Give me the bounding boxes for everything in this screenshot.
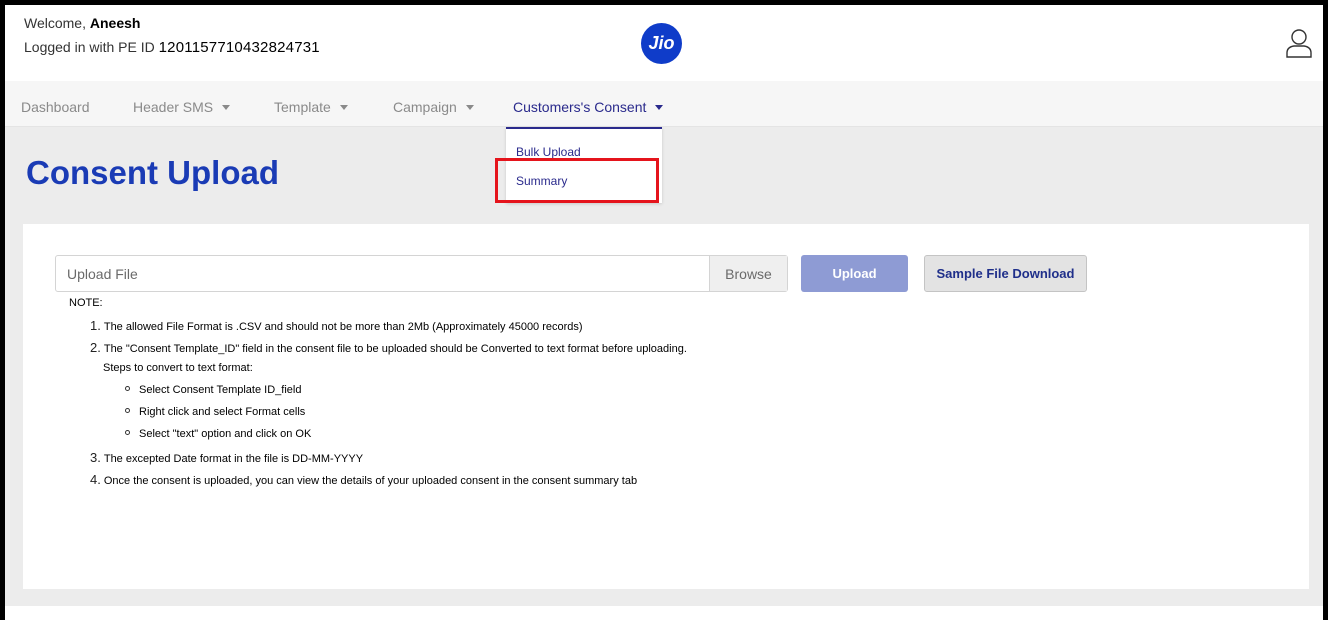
pe-id-prefix: Logged in with PE ID: [24, 39, 155, 55]
caret-down-icon: [222, 104, 231, 110]
user-icon[interactable]: [1286, 28, 1312, 58]
step-item: Select Consent Template ID_field: [90, 384, 687, 406]
note-number: 3.: [90, 450, 101, 465]
note-text: The allowed File Format is .CSV and shou…: [103, 321, 583, 333]
nav-dashboard[interactable]: Dashboard: [21, 99, 90, 115]
note-item: 3. The excepted Date format in the file …: [90, 450, 687, 472]
nav-header-sms[interactable]: Header SMS: [133, 99, 231, 115]
upload-button[interactable]: Upload: [801, 255, 908, 292]
highlight-box: [495, 158, 659, 203]
jio-logo[interactable]: Jio: [641, 23, 682, 64]
note-item: 1. The allowed File Format is .CSV and s…: [90, 318, 687, 340]
bullet-icon: [125, 408, 130, 413]
bullet-icon: [125, 386, 130, 391]
main-nav: Dashboard Header SMS Template Campaign C…: [5, 81, 1323, 127]
note-number: 4.: [90, 472, 101, 487]
note-text: Once the consent is uploaded, you can vi…: [103, 475, 638, 487]
pe-id-line: Logged in with PE ID 1201157710432824731: [24, 39, 320, 56]
nav-label: Campaign: [393, 99, 457, 115]
sample-file-download-button[interactable]: Sample File Download: [924, 255, 1087, 292]
notes-list: 1. The allowed File Format is .CSV and s…: [90, 318, 687, 494]
upload-placeholder: Upload File: [67, 266, 138, 282]
note-label: NOTE:: [69, 297, 103, 309]
top-header: Welcome, Aneesh Logged in with PE ID 120…: [5, 5, 1323, 81]
step-text: Select Consent Template ID_field: [139, 384, 302, 396]
steps-label: Steps to convert to text format:: [103, 362, 253, 374]
nav-label: Customers's Consent: [513, 99, 647, 115]
nav-template[interactable]: Template: [274, 99, 348, 115]
caret-down-icon: [339, 104, 348, 110]
note-text: The excepted Date format in the file is …: [103, 453, 364, 465]
nav-label: Template: [274, 99, 331, 115]
step-item: Right click and select Format cells: [90, 406, 687, 428]
note-number: 1.: [90, 318, 101, 333]
pe-id-value: 1201157710432824731: [158, 39, 320, 56]
caret-down-icon: [465, 104, 474, 110]
nav-campaign[interactable]: Campaign: [393, 99, 474, 115]
note-item: 4. Once the consent is uploaded, you can…: [90, 472, 687, 494]
note-number: 2.: [90, 340, 101, 355]
step-item: Select "text" option and click on OK: [90, 428, 687, 450]
welcome-prefix: Welcome,: [24, 15, 86, 31]
user-name: Aneesh: [89, 15, 141, 31]
note-item: 2. The "Consent Template_ID" field in th…: [90, 340, 687, 362]
upload-card: Upload File Browse Upload Sample File Do…: [23, 224, 1309, 589]
nav-label: Dashboard: [21, 99, 90, 115]
caret-down-icon: [655, 104, 664, 110]
step-text: Select "text" option and click on OK: [139, 428, 312, 440]
nav-customers-consent[interactable]: Customers's Consent: [513, 99, 664, 115]
step-text: Right click and select Format cells: [139, 406, 306, 418]
welcome-text: Welcome, Aneesh: [24, 15, 140, 31]
bullet-icon: [125, 430, 130, 435]
page-title: Consent Upload: [26, 154, 279, 191]
page-footer: [5, 606, 1323, 620]
browse-button[interactable]: Browse: [709, 256, 787, 291]
nav-label: Header SMS: [133, 99, 214, 115]
menu-item-bulk-upload[interactable]: Bulk Upload: [516, 145, 581, 159]
upload-file-input[interactable]: Upload File Browse: [55, 255, 788, 292]
note-text: The "Consent Template_ID" field in the c…: [103, 343, 687, 355]
